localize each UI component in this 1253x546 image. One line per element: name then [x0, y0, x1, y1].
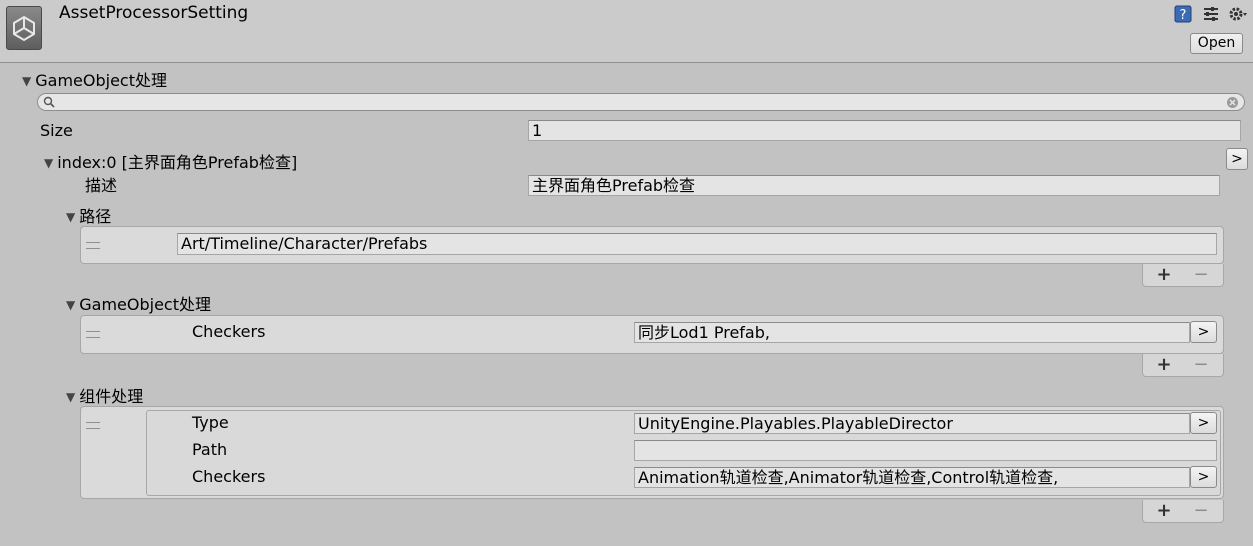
search-input[interactable] [37, 93, 1245, 111]
foldout-label: GameObject处理 [35, 71, 167, 90]
component-section-label: 组件处理 [79, 387, 144, 406]
element-label: index:0 [主界面角色Prefab检查] [57, 153, 298, 172]
component-checkers-label: Checkers [192, 467, 266, 486]
add-checker-button[interactable]: + [1149, 354, 1179, 376]
gameobject-section-foldout[interactable]: ▼ GameObject处理 [66, 291, 211, 315]
unity-logo-icon [6, 6, 42, 50]
checkers-select-button[interactable]: > [1190, 321, 1217, 343]
type-label: Type [192, 413, 229, 432]
gameobject-processing-foldout[interactable]: ▼ GameObject处理 [22, 67, 167, 91]
add-component-button[interactable]: + [1149, 500, 1179, 522]
gameobject-section-label: GameObject处理 [79, 295, 211, 314]
gear-icon[interactable] [1228, 5, 1247, 23]
type-field[interactable]: UnityEngine.Playables.PlayableDirector [634, 413, 1190, 434]
foldout-arrow-icon: ▼ [22, 74, 32, 88]
foldout-arrow-icon: ▼ [44, 156, 54, 170]
type-select-button[interactable]: > [1190, 412, 1217, 434]
element-menu-button[interactable]: > [1226, 148, 1248, 170]
path-foldout[interactable]: ▼ 路径 [66, 203, 111, 227]
size-field[interactable]: 1 [528, 120, 1241, 141]
size-label: Size [40, 121, 73, 140]
component-section-foldout[interactable]: ▼ 组件处理 [66, 383, 143, 407]
gameobject-list-footer: + − [1142, 354, 1224, 377]
foldout-arrow-icon: ▼ [66, 210, 76, 224]
clear-search-icon[interactable] [1226, 96, 1239, 109]
component-list-footer: + − [1142, 500, 1224, 523]
component-path-field[interactable] [634, 440, 1217, 461]
checkers-label: Checkers [192, 322, 266, 341]
asset-title: AssetProcessorSetting [59, 3, 249, 23]
remove-checker-button[interactable]: − [1186, 354, 1216, 376]
component-checkers-field[interactable]: Animation轨道检查,Animator轨道检查,Control轨道检查, [634, 467, 1190, 488]
description-field[interactable]: 主界面角色Prefab检查 [528, 175, 1220, 196]
remove-path-button[interactable]: − [1186, 264, 1216, 286]
drag-handle-icon[interactable] [86, 242, 100, 249]
description-label: 描述 [85, 176, 118, 195]
open-button[interactable]: Open [1190, 33, 1243, 54]
drag-handle-icon[interactable] [86, 422, 100, 429]
element-foldout[interactable]: ▼ index:0 [主界面角色Prefab检查] [44, 149, 297, 173]
help-icon[interactable]: ? [1174, 5, 1192, 23]
add-path-button[interactable]: + [1149, 264, 1179, 286]
component-path-label: Path [192, 440, 228, 459]
svg-text:?: ? [1180, 8, 1187, 23]
search-icon [43, 96, 55, 108]
foldout-arrow-icon: ▼ [66, 298, 76, 312]
component-checkers-select-button[interactable]: > [1190, 466, 1217, 488]
path-item-field[interactable]: Art/Timeline/Character/Prefabs [177, 233, 1217, 255]
foldout-arrow-icon: ▼ [66, 390, 76, 404]
preset-icon[interactable] [1202, 5, 1220, 23]
path-section-label: 路径 [79, 207, 112, 226]
drag-handle-icon[interactable] [86, 331, 100, 338]
checkers-field[interactable]: 同步Lod1 Prefab, [634, 322, 1190, 343]
path-list-footer: + − [1142, 264, 1224, 287]
remove-component-button[interactable]: − [1186, 500, 1216, 522]
